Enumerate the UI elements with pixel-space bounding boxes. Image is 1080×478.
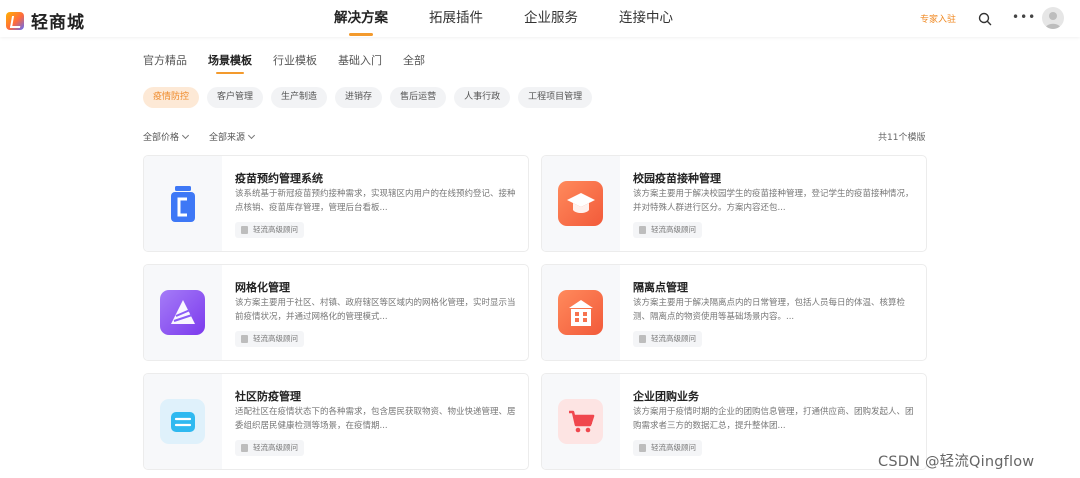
card-tag: 轻流高级顾问: [235, 222, 304, 238]
chip-customer[interactable]: 客户管理: [207, 87, 264, 108]
top-header: 轻商城 解决方案 拓展插件 企业服务 连接中心 专家入驻 •••: [0, 0, 1080, 37]
card-desc: 该方案主要用于解决校园学生的疫苗接种管理，登记学生的疫苗接种情况，并对特殊人群进…: [633, 189, 914, 213]
logo[interactable]: 轻商城: [6, 8, 85, 33]
card-tag: 轻流高级顾问: [235, 440, 304, 456]
nav-solutions[interactable]: 解决方案: [334, 0, 388, 37]
chip-epidemic[interactable]: 疫情防控: [143, 87, 200, 108]
source-filter-label: 全部来源: [209, 133, 246, 143]
list-icon: [160, 399, 205, 444]
logo-text: 轻商城: [31, 13, 85, 33]
card-title: 校园疫苗接种管理: [633, 172, 721, 185]
main-nav: 解决方案 拓展插件 企业服务 连接中心: [334, 0, 714, 37]
card-title: 疫苗预约管理系统: [235, 172, 323, 185]
price-filter-label: 全部价格: [143, 133, 180, 143]
vaccine-bottle-icon: [160, 181, 205, 226]
template-card[interactable]: 校园疫苗接种管理 该方案主要用于解决校园学生的疫苗接种管理，登记学生的疫苗接种情…: [541, 155, 927, 252]
tab-all[interactable]: 全部: [403, 52, 425, 74]
card-desc: 该方案主要用于社区、村镇、政府辖区等区域内的网格化管理，实时显示当前疫情状况，并…: [235, 298, 516, 322]
category-tabs: 官方精品 场景模板 行业模板 基础入门 全部: [143, 52, 446, 74]
card-title: 社区防疫管理: [235, 390, 301, 403]
card-tag: 轻流高级顾问: [633, 440, 702, 456]
grid-cone-icon: [160, 290, 205, 335]
chip-after-sales[interactable]: 售后运营: [390, 87, 447, 108]
building-icon: [558, 290, 603, 335]
card-tag: 轻流高级顾问: [633, 331, 702, 347]
chip-manufacturing[interactable]: 生产制造: [271, 87, 328, 108]
tab-industry-templates[interactable]: 行业模板: [273, 52, 317, 74]
card-desc: 该方案主要用于解决隔离点内的日常管理，包括人员每日的体温、核算检测、隔离点的物资…: [633, 298, 906, 322]
tab-scenario-templates[interactable]: 场景模板: [208, 52, 252, 74]
price-filter[interactable]: 全部价格: [143, 130, 190, 143]
template-card[interactable]: 网格化管理 该方案主要用于社区、村镇、政府辖区等区域内的网格化管理，实时显示当前…: [143, 264, 529, 361]
template-count: 共11个模版: [878, 133, 926, 143]
graduation-cap-icon: [558, 181, 603, 226]
chevron-down-icon: [181, 131, 190, 139]
template-card[interactable]: 疫苗预约管理系统 该系统基于新冠疫苗预约接种需求，实现辖区内用户的在线预约登记、…: [143, 155, 529, 252]
card-title: 隔离点管理: [633, 281, 688, 294]
avatar[interactable]: [1042, 7, 1064, 29]
filter-bar: 全部价格 全部来源: [143, 130, 275, 143]
card-title: 企业团购业务: [633, 390, 699, 403]
more-icon[interactable]: •••: [1012, 10, 1035, 26]
chip-project[interactable]: 工程项目管理: [518, 87, 593, 108]
source-filter[interactable]: 全部来源: [209, 130, 256, 143]
tab-basics[interactable]: 基础入门: [338, 52, 382, 74]
card-tag: 轻流高级顾问: [633, 222, 702, 238]
card-desc: 适配社区在疫情状态下的各种需求，包含居民获取物资、物业快递管理、居委组织居民健康…: [235, 407, 516, 431]
nav-connect-center[interactable]: 连接中心: [619, 0, 673, 37]
template-card[interactable]: 企业团购业务 该方案用于疫情时期的企业的团购信息管理，打通供应商、团购发起人、团…: [541, 373, 927, 470]
card-desc: 该系统基于新冠疫苗预约接种需求，实现辖区内用户的在线预约登记、接种点核销、疫苗库…: [235, 189, 516, 213]
card-title: 网格化管理: [235, 281, 290, 294]
search-icon[interactable]: [978, 11, 992, 26]
scenario-chips: 疫情防控 客户管理 生产制造 进销存 售后运营 人事行政 工程项目管理: [143, 87, 600, 108]
card-desc: 该方案用于疫情时期的企业的团购信息管理，打通供应商、团购发起人、团购需求者三方的…: [633, 407, 914, 431]
chip-inventory[interactable]: 进销存: [335, 87, 383, 108]
chip-hr[interactable]: 人事行政: [454, 87, 511, 108]
logo-icon: [6, 11, 24, 30]
chevron-down-icon: [247, 131, 256, 139]
nav-plugins[interactable]: 拓展插件: [429, 0, 483, 37]
card-tag: 轻流高级顾问: [235, 331, 304, 347]
nav-enterprise-services[interactable]: 企业服务: [524, 0, 578, 37]
shopping-cart-icon: [558, 399, 603, 444]
template-card[interactable]: 隔离点管理 该方案主要用于解决隔离点内的日常管理，包括人员每日的体温、核算检测、…: [541, 264, 927, 361]
expert-join-link[interactable]: 专家入驻: [920, 12, 956, 25]
watermark: CSDN @轻流Qingflow: [878, 454, 1035, 470]
tab-official[interactable]: 官方精品: [143, 52, 187, 74]
template-card[interactable]: 社区防疫管理 适配社区在疫情状态下的各种需求，包含居民获取物资、物业快递管理、居…: [143, 373, 529, 470]
